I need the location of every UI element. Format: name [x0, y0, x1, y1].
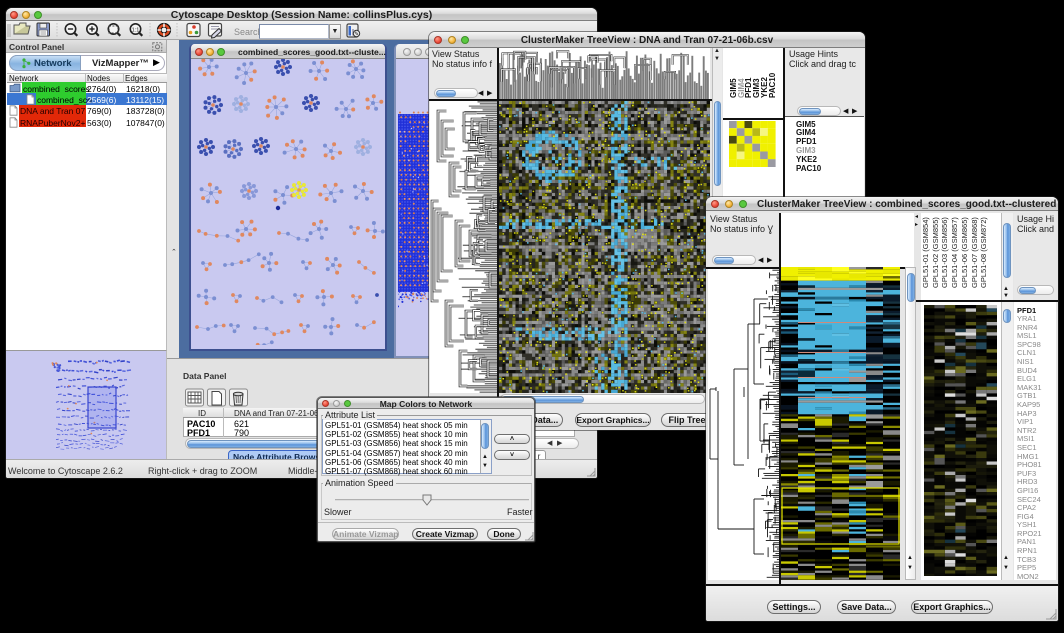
svg-text:✎: ✎ [354, 31, 359, 38]
svg-text:1:1: 1:1 [132, 27, 140, 33]
